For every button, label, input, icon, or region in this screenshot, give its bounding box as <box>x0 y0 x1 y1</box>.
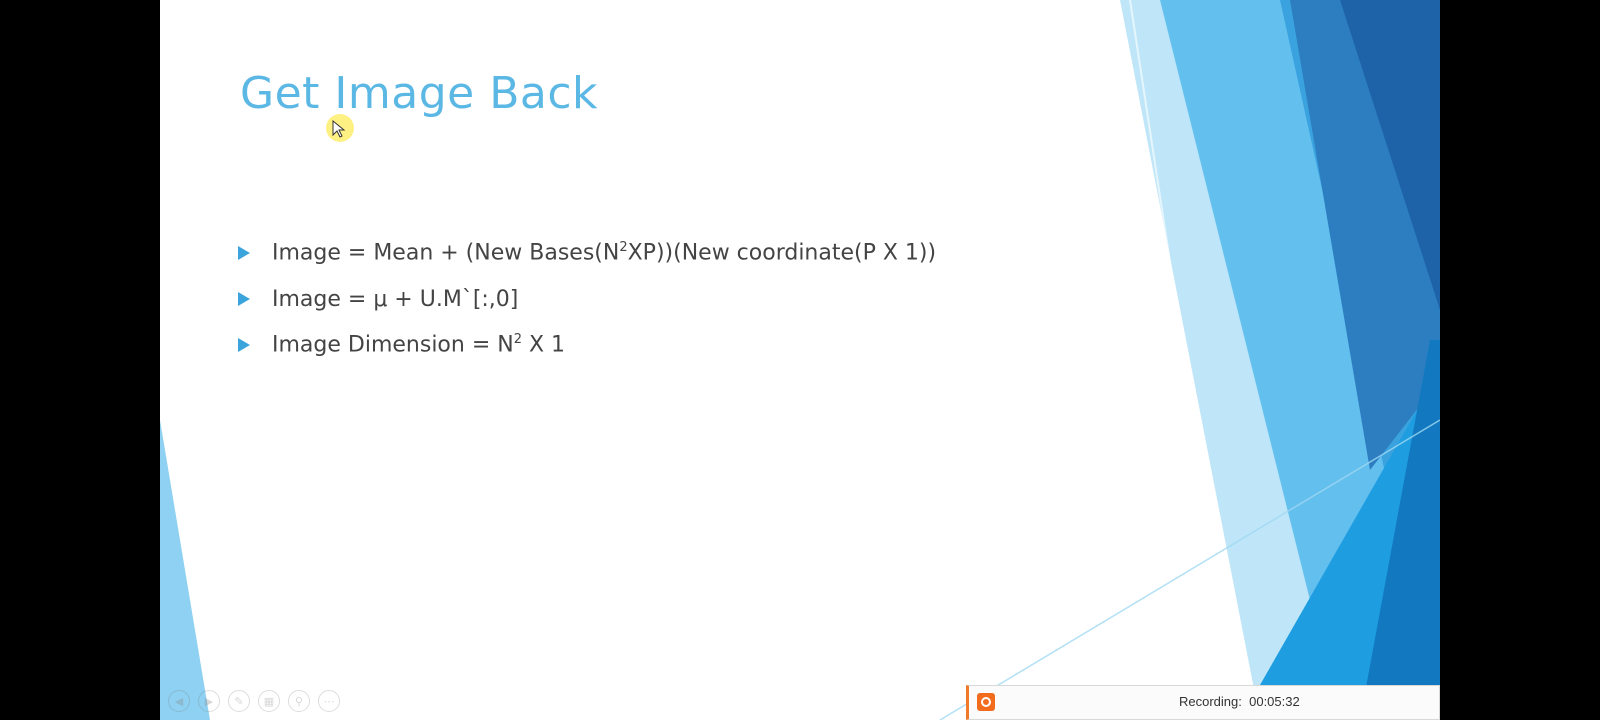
presentation-slide: Get Image Back Image = Mean + (New Bases… <box>160 0 1440 720</box>
play-icon[interactable]: ▶ <box>198 690 220 712</box>
mouse-cursor-icon <box>326 114 354 142</box>
more-icon[interactable]: ⋯ <box>318 690 340 712</box>
slide-title: Get Image Back <box>240 68 599 119</box>
presenter-toolbar: ◀ ▶ ✎ ▦ ⚲ ⋯ <box>168 690 340 712</box>
zoom-icon[interactable]: ⚲ <box>288 690 310 712</box>
record-icon[interactable] <box>977 693 995 711</box>
bullet-arrow-icon <box>238 338 250 352</box>
bullet-text: Image = Mean + (New Bases(N2XP))(New coo… <box>272 240 937 266</box>
slides-icon[interactable]: ▦ <box>258 690 280 712</box>
bullet-arrow-icon <box>238 246 250 260</box>
recording-time: 00:05:32 <box>1249 694 1300 709</box>
bullet-arrow-icon <box>238 292 250 306</box>
bullet-image-formula: Image = Mean + (New Bases(N2XP))(New coo… <box>238 230 936 276</box>
bullet-text: Image = μ + U.M`[:,0] <box>272 286 519 312</box>
bullet-text: Image Dimension = N2 X 1 <box>272 332 566 358</box>
pen-icon[interactable]: ✎ <box>228 690 250 712</box>
bullet-image-mu-formula: Image = μ + U.M`[:,0] <box>238 276 936 322</box>
recording-status: Recording: 00:05:32 <box>1179 694 1300 709</box>
prev-icon[interactable]: ◀ <box>168 690 190 712</box>
bullet-image-dimension: Image Dimension = N2 X 1 <box>238 322 936 368</box>
recording-bar: Recording: 00:05:32 <box>966 685 1440 720</box>
bullet-list: Image = Mean + (New Bases(N2XP))(New coo… <box>238 230 936 368</box>
